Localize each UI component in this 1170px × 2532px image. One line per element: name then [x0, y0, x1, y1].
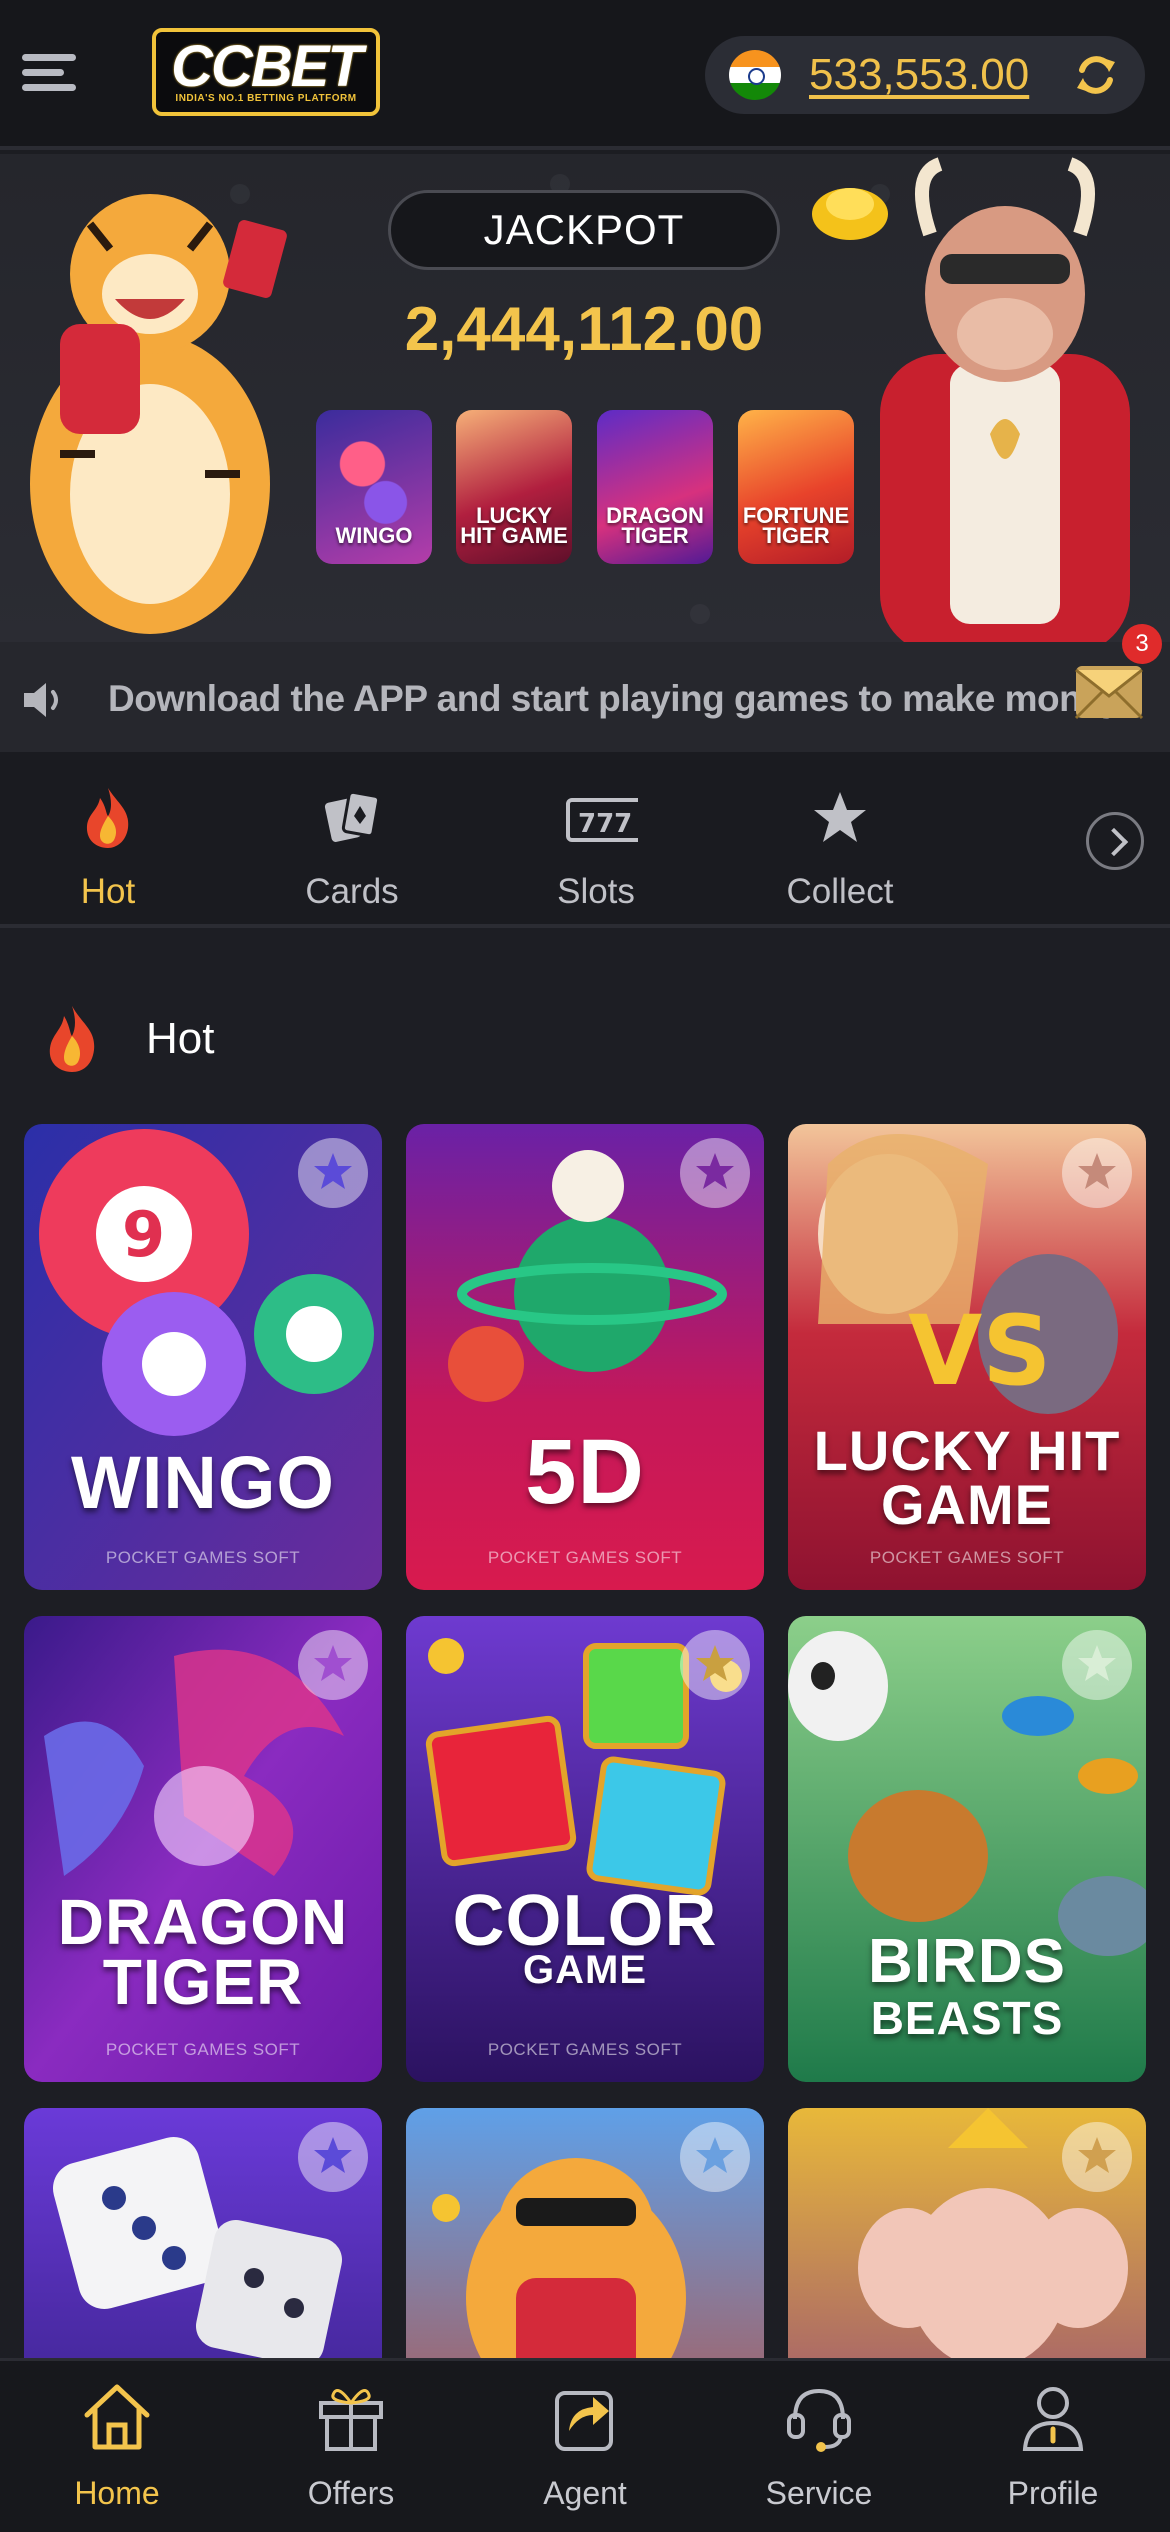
game-title-line1: COLOR: [452, 1881, 718, 1961]
game-provider: POCKET GAMES SOFT: [869, 1548, 1065, 1567]
ox-mascot-image: [812, 157, 1130, 642]
refresh-icon[interactable]: [1073, 52, 1119, 98]
tab-label: Slots: [557, 872, 635, 911]
favorite-star-icon[interactable]: [298, 2122, 368, 2192]
tab-collect[interactable]: Collect: [750, 772, 930, 912]
game-title-line2: GAME: [881, 1473, 1053, 1536]
announcement-bar: Download the APP and start playing games…: [0, 642, 1170, 752]
game-title-line2: TIGER: [102, 1946, 304, 2018]
tab-cards[interactable]: Cards: [262, 772, 442, 912]
jackpot-amount: 2,444,112.00: [404, 295, 764, 364]
favorite-star-icon[interactable]: [298, 1630, 368, 1700]
game-card-color-game[interactable]: COLOR GAME POCKET GAMES SOFT: [406, 1616, 764, 2082]
category-tabs: Hot Cards 777 Slots Collect: [0, 752, 1170, 928]
game-provider: POCKET GAMES SOFT: [105, 1548, 301, 1567]
announcement-text: Download the APP and start playing games…: [108, 678, 1122, 719]
tab-label: Hot: [80, 872, 136, 911]
jackpot-banner[interactable]: JACKPOT 2,444,112.00 WINGO LUCKY HIT GAM…: [0, 154, 1170, 642]
game-title: WINGO: [71, 1441, 335, 1524]
tabs-next-chevron-icon[interactable]: [1086, 812, 1144, 870]
nav-label: Offers: [307, 2475, 395, 2511]
favorite-star-icon[interactable]: [1062, 1138, 1132, 1208]
favorite-star-icon[interactable]: [298, 1138, 368, 1208]
game-title: LUCKY HIT GAME: [788, 1419, 1146, 1536]
game-title-line1: DRAGON: [57, 1886, 349, 1958]
favorite-star-icon[interactable]: [1062, 2122, 1132, 2192]
share-icon: [555, 2391, 613, 2451]
game-title: COLOR GAME: [406, 1881, 764, 1990]
jackpot-label: JACKPOT: [388, 190, 780, 270]
nav-service[interactable]: Service: [719, 2379, 919, 2529]
favorite-star-icon[interactable]: [680, 1630, 750, 1700]
gift-icon: [319, 2389, 383, 2451]
svg-text:777: 777: [578, 809, 632, 839]
game-card-wingo[interactable]: 9 WINGO POCKET GAMES SOFT: [24, 1124, 382, 1590]
banner-game-lucky-hit[interactable]: LUCKY HIT GAME: [456, 410, 572, 564]
app-header: CCBET INDIA'S NO.1 BETTING PLATFORM 533,…: [0, 0, 1170, 150]
banner-game-wingo[interactable]: WINGO: [316, 410, 432, 564]
slots-icon: 777: [566, 798, 638, 842]
mail-icon[interactable]: [1074, 660, 1144, 722]
game-title-line1: BIRDS: [868, 1927, 1066, 1996]
nav-home[interactable]: Home: [17, 2379, 217, 2529]
flame-icon: [49, 1006, 95, 1072]
banner-game-fortune-tiger[interactable]: FORTUNE TIGER: [738, 410, 854, 564]
svg-text:9: 9: [122, 1198, 165, 1271]
menu-icon[interactable]: [22, 50, 84, 96]
game-card-lucky-hit[interactable]: VS LUCKY HIT GAME POCKET GAMES SOFT: [788, 1124, 1146, 1590]
nav-label: Agent: [543, 2475, 627, 2511]
mail-badge: 3: [1122, 624, 1162, 664]
tab-hot[interactable]: Hot: [18, 772, 198, 912]
logo-text: CCBET: [171, 33, 363, 99]
game-title-line1: LUCKY HIT: [813, 1419, 1121, 1482]
game-title: DRAGON TIGER: [24, 1886, 382, 2018]
game-card-birds-beasts[interactable]: BIRDS BEASTS: [788, 1616, 1146, 2082]
tab-label: Collect: [786, 872, 894, 911]
game-card-5d[interactable]: 5D POCKET GAMES SOFT: [406, 1124, 764, 1590]
user-icon: [1022, 2387, 1084, 2451]
home-icon: [84, 2384, 150, 2450]
nav-agent[interactable]: Agent: [485, 2379, 685, 2529]
logo-tagline: INDIA'S NO.1 BETTING PLATFORM: [175, 92, 357, 104]
tab-slots[interactable]: 777 Slots: [506, 772, 686, 912]
game-card-dragon-tiger[interactable]: DRAGON TIGER POCKET GAMES SOFT: [24, 1616, 382, 2082]
bottom-navigation: Home Offers Agent Service Profile: [0, 2358, 1170, 2532]
game-title: 5D: [525, 1421, 645, 1523]
nav-label: Service: [765, 2475, 873, 2511]
section-title: Hot: [146, 1014, 215, 1063]
favorite-star-icon[interactable]: [680, 2122, 750, 2192]
speaker-icon: [24, 683, 58, 717]
app-logo[interactable]: CCBET INDIA'S NO.1 BETTING PLATFORM: [152, 28, 380, 116]
game-provider: POCKET GAMES SOFT: [487, 1548, 683, 1567]
favorite-star-icon[interactable]: [680, 1138, 750, 1208]
game-provider: POCKET GAMES SOFT: [487, 2040, 683, 2059]
game-title: BIRDS BEASTS: [788, 1927, 1146, 2046]
banner-game-dragon-tiger[interactable]: DRAGON TIGER: [597, 410, 713, 564]
game-provider: POCKET GAMES SOFT: [105, 2040, 301, 2059]
nav-offers[interactable]: Offers: [251, 2379, 451, 2529]
india-flag-icon: [729, 50, 781, 100]
balance-amount[interactable]: 533,553.00: [809, 50, 1029, 100]
game-title-line2: BEASTS: [870, 1992, 1064, 2044]
cards-icon: [324, 790, 381, 842]
headset-icon: [787, 2388, 851, 2452]
favorite-star-icon[interactable]: [1062, 1630, 1132, 1700]
flame-icon: [86, 788, 129, 848]
nav-label: Profile: [1007, 2475, 1099, 2511]
nav-label: Home: [74, 2475, 160, 2511]
star-icon: [814, 792, 866, 842]
tiger-mascot-image: [30, 194, 287, 634]
balance-pill: 533,553.00: [705, 36, 1145, 114]
svg-text:VS: VS: [908, 1295, 1051, 1407]
tab-label: Cards: [305, 872, 399, 911]
nav-profile[interactable]: Profile: [953, 2379, 1153, 2529]
